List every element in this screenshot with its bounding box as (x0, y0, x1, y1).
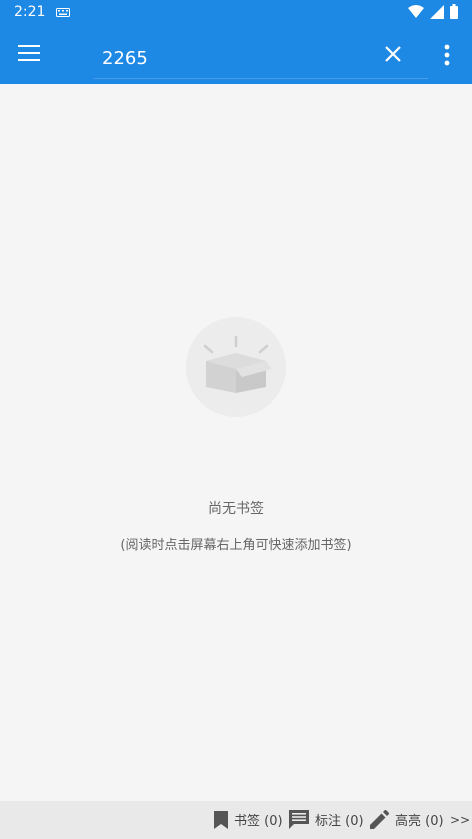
battery-icon (450, 4, 458, 19)
status-time: 2:21 (14, 4, 46, 20)
pencil-icon (370, 810, 389, 829)
empty-state-hint: (阅读时点击屏幕右上角可快速添加书签) (120, 538, 352, 553)
more-tabs-button[interactable]: >> (450, 813, 470, 827)
highlights-tab[interactable]: 高亮 (0) (370, 810, 444, 829)
menu-icon[interactable] (18, 44, 40, 62)
status-bar: 2:21 (0, 0, 472, 26)
notes-tab-label: 标注 (0) (315, 814, 364, 829)
search-input[interactable] (94, 38, 428, 79)
close-icon[interactable] (383, 44, 403, 64)
signal-icon (430, 4, 444, 19)
keyboard-icon (56, 8, 70, 17)
bookmark-icon (214, 810, 228, 829)
notes-tab[interactable]: 标注 (0) (289, 810, 364, 829)
bottom-bar: 书签 (0) 标注 (0) 高亮 (0) >> (0, 801, 472, 839)
bookmarks-tab-label: 书签 (0) (234, 814, 283, 829)
highlights-tab-label: 高亮 (0) (395, 814, 444, 829)
app-bar (0, 26, 472, 84)
wifi-icon (408, 4, 424, 18)
empty-state-title: 尚无书签 (208, 501, 264, 517)
empty-box-icon (186, 317, 286, 417)
more-vert-icon[interactable] (444, 44, 450, 66)
comment-icon (289, 810, 309, 829)
bookmarks-tab[interactable]: 书签 (0) (214, 810, 283, 829)
